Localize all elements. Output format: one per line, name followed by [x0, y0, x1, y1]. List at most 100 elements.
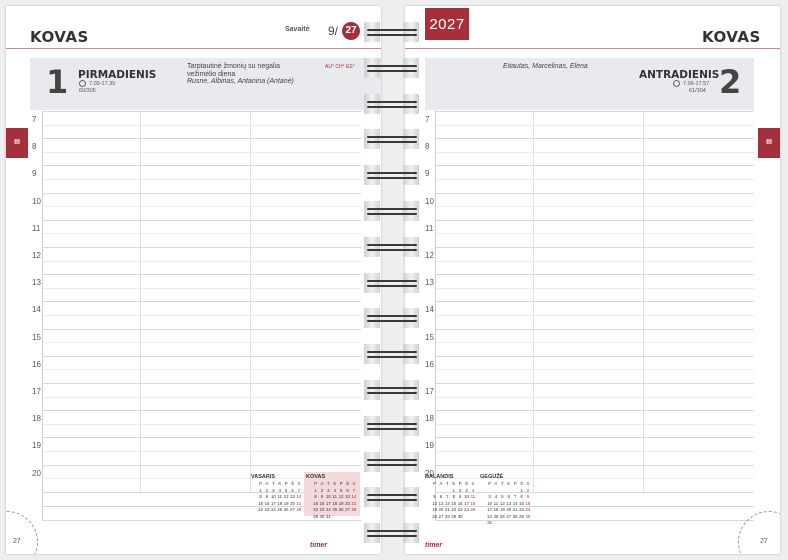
hour-rule	[42, 274, 361, 276]
hour-rule	[435, 274, 754, 276]
year-badge: 2027	[425, 8, 469, 40]
hour-rule	[435, 396, 754, 398]
hour-label: 10	[32, 196, 41, 206]
hour-label: 12	[425, 251, 434, 260]
hour-rule	[435, 355, 754, 357]
hour-rule	[435, 287, 754, 289]
mini-calendar-title: VASARIS	[251, 474, 276, 480]
hour-rule	[42, 287, 361, 289]
hour-rule	[435, 464, 754, 466]
binding-ring	[364, 201, 420, 221]
hour-rule	[435, 410, 754, 412]
hour-rule	[435, 247, 754, 248]
hour-label: 9	[425, 169, 430, 179]
column-rule	[533, 111, 534, 492]
hour-rule	[42, 233, 361, 235]
month-title: KOVAS	[702, 28, 761, 46]
sun-icon	[79, 80, 86, 87]
hour-label: 8	[425, 142, 430, 152]
hour-rule	[42, 342, 361, 344]
right-page: 2027 KOVAS Eitautas, Marcelinas, Elena A…	[405, 6, 780, 554]
hour-rule	[435, 111, 754, 112]
hour-rule	[42, 179, 361, 180]
hour-rule	[435, 233, 754, 235]
binding-ring	[364, 236, 420, 257]
moon-phase-note: AU° CH° ES°	[325, 64, 355, 70]
month-title: KOVAS	[30, 28, 89, 46]
binding-ring	[364, 451, 420, 472]
hour-label: 18	[32, 414, 41, 424]
hour-rule	[42, 260, 361, 262]
hour-rule	[435, 206, 754, 208]
hour-rule	[42, 369, 361, 371]
hour-label: 14	[32, 305, 41, 315]
month-tab[interactable]: III	[758, 128, 780, 158]
week-day-badge: 27	[342, 22, 360, 40]
binding-ring	[364, 487, 420, 508]
hour-rule	[42, 165, 361, 167]
hour-rule	[435, 260, 754, 262]
column-rule	[643, 111, 644, 492]
hour-label: 9	[32, 169, 37, 179]
hour-rule	[42, 151, 361, 153]
month-tab[interactable]: III	[6, 128, 28, 158]
sun-icon	[673, 80, 680, 87]
binding-ring	[364, 129, 420, 150]
mini-calendar: VASARISSPATKPŠS1234567891011121314151617…	[251, 473, 302, 514]
hour-rule	[42, 206, 361, 208]
binding-ring	[364, 165, 420, 186]
day-number: 2	[719, 63, 742, 101]
hour-rule	[42, 124, 361, 126]
mini-calendar-week: 26 27 28 29 30	[432, 513, 463, 519]
sun-times: 7.06-17.57	[673, 80, 709, 87]
hour-rule	[42, 301, 361, 303]
mini-calendar-week: 22 23 24 25 26 27 28	[258, 507, 302, 512]
hour-label: 15	[425, 332, 434, 342]
corner-decoration	[6, 511, 38, 554]
hour-rule	[42, 383, 361, 384]
hour-rule	[435, 342, 754, 344]
hour-rule	[42, 192, 361, 194]
binding-ring	[364, 415, 420, 436]
hour-rule	[435, 219, 754, 221]
hour-label: 11	[425, 223, 434, 233]
mini-calendar-title: KOVAS	[306, 474, 326, 480]
hour-rule	[435, 179, 754, 180]
hour-rule	[42, 464, 361, 466]
hour-rule	[435, 423, 754, 425]
hour-label: 19	[425, 441, 434, 451]
hour-rule	[435, 301, 754, 303]
hour-rule	[435, 451, 754, 452]
hour-rule	[435, 124, 754, 126]
hour-label: 7	[425, 115, 430, 124]
hour-rule	[42, 315, 361, 316]
left-page: KOVAS Savaitė 9/ 27 1 PIRMADIENIS 7.09-1…	[6, 6, 381, 554]
hour-label: 20	[32, 468, 41, 478]
mini-calendar: KOVASSPATKPŠS123456789101112131415161718…	[306, 473, 357, 520]
corner-decoration	[738, 511, 780, 554]
margin-rule	[435, 111, 436, 520]
hour-rule	[42, 247, 361, 248]
binding-ring	[364, 272, 420, 293]
name-days: Rusnė, Albinas, Antanina (Antanė)	[187, 78, 294, 85]
holiday-note: Tarptautinė žmonių su negalia vežimėlio …	[187, 63, 281, 78]
hour-rule	[42, 111, 361, 112]
hour-rule	[42, 451, 361, 452]
column-rule	[140, 111, 141, 492]
binding-ring	[364, 523, 420, 544]
hour-rule	[435, 383, 754, 384]
sun-times: 7.09-17.35	[79, 80, 115, 87]
hour-rule	[435, 151, 754, 153]
page-number: 27	[13, 538, 21, 545]
mini-calendar: GEGUŽĖSPATKPŠS12345678910111213141516171…	[480, 473, 531, 527]
hour-rule	[435, 437, 754, 439]
hour-label: 17	[32, 387, 41, 396]
hour-rule	[435, 328, 754, 330]
hour-label: 11	[32, 223, 41, 233]
hour-rule	[435, 369, 754, 371]
week-label: Savaitė	[285, 26, 310, 33]
hour-label: 7	[32, 115, 37, 124]
hour-label: 16	[32, 359, 41, 369]
margin-rule	[42, 111, 43, 520]
mini-calendar-title: BALANDIS	[425, 474, 454, 480]
